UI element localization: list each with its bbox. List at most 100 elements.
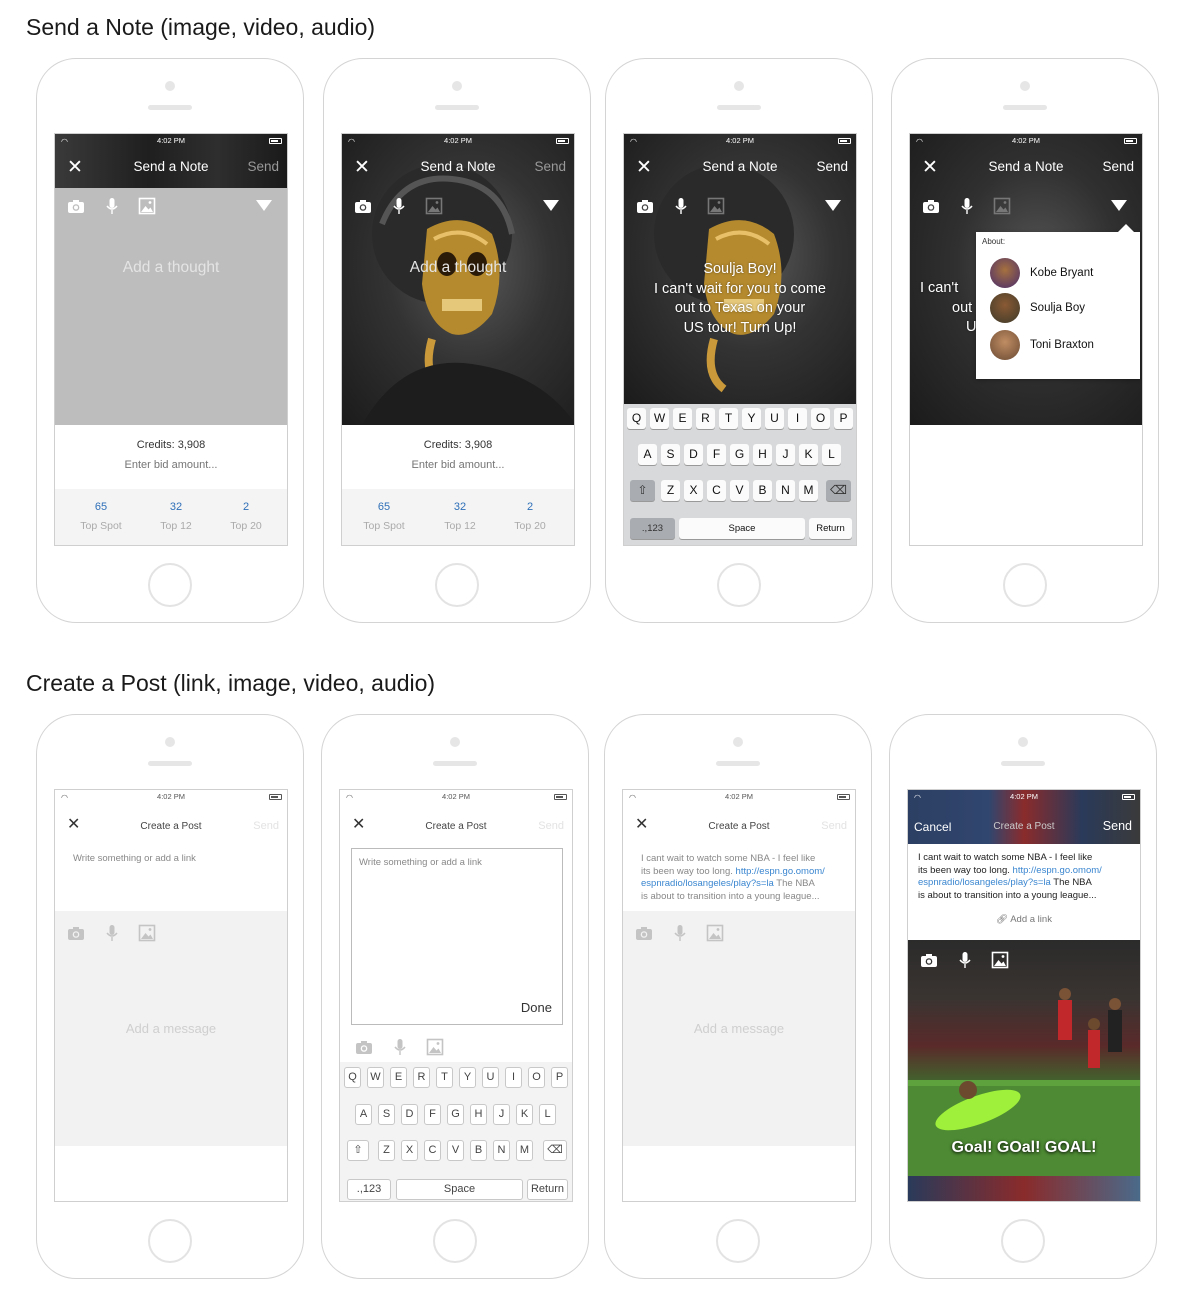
note-message[interactable]: Soulja Boy! I can't wait for you to come… [636, 260, 844, 338]
key-m[interactable]: M [516, 1140, 533, 1161]
key-h[interactable]: H [470, 1104, 487, 1125]
key-i[interactable]: I [505, 1067, 522, 1088]
key-o[interactable]: O [528, 1067, 545, 1088]
person-option[interactable]: Toni Braxton [990, 330, 1140, 362]
spot-top-12[interactable]: 32 Top 12 [430, 501, 490, 532]
send-button[interactable]: Send [816, 159, 848, 174]
backspace-icon[interactable]: ⌫ [826, 480, 851, 501]
camera-icon[interactable] [354, 1037, 374, 1057]
key-t[interactable]: T [436, 1067, 453, 1088]
camera-icon[interactable] [635, 196, 655, 216]
image-icon[interactable] [137, 923, 157, 943]
key-q[interactable]: Q [344, 1067, 361, 1088]
post-link[interactable]: http://espn.go.omom/ [736, 866, 825, 877]
send-button[interactable]: Send [247, 159, 279, 174]
thought-placeholder[interactable]: Add a thought [342, 259, 574, 277]
camera-icon[interactable] [921, 196, 941, 216]
spot-top-12[interactable]: 32 Top 12 [146, 501, 206, 532]
media-area[interactable]: Add a thought [342, 188, 574, 425]
key-c[interactable]: C [707, 480, 726, 501]
spot-top-20[interactable]: 2 Top 20 [500, 501, 560, 532]
key-l[interactable]: L [539, 1104, 556, 1125]
key-y[interactable]: Y [459, 1067, 476, 1088]
key-return[interactable]: Return [809, 518, 852, 539]
key-a[interactable]: A [355, 1104, 372, 1125]
key-z[interactable]: Z [661, 480, 680, 501]
key-x[interactable]: X [401, 1140, 418, 1161]
post-input[interactable]: Write something or add a link [73, 853, 196, 866]
shift-icon[interactable]: ⇧ [630, 480, 655, 501]
person-option[interactable]: Kobe Bryant [990, 258, 1140, 290]
person-option[interactable]: Soulja Boy [990, 293, 1140, 325]
camera-icon[interactable] [353, 196, 373, 216]
key-j[interactable]: J [493, 1104, 510, 1125]
key-h[interactable]: H [753, 444, 772, 465]
key-g[interactable]: G [447, 1104, 464, 1125]
send-button[interactable]: Send [534, 159, 566, 174]
key-k[interactable]: K [799, 444, 818, 465]
key-n[interactable]: N [493, 1140, 510, 1161]
thought-placeholder[interactable]: Add a thought [55, 259, 287, 277]
bid-amount-input[interactable] [101, 459, 241, 471]
image-icon[interactable] [137, 196, 157, 216]
image-icon[interactable] [424, 196, 444, 216]
key-x[interactable]: X [684, 480, 703, 501]
key-p[interactable]: P [834, 408, 853, 429]
done-button[interactable]: Done [521, 1000, 552, 1015]
key-v[interactable]: V [447, 1140, 464, 1161]
key-c[interactable]: C [424, 1140, 441, 1161]
key-w[interactable]: W [650, 408, 669, 429]
send-button[interactable]: Send [538, 820, 564, 832]
key-w[interactable]: W [367, 1067, 384, 1088]
post-text[interactable]: I cant wait to watch some NBA - I feel l… [918, 852, 1138, 902]
microphone-icon[interactable] [102, 196, 122, 216]
key-e[interactable]: E [390, 1067, 407, 1088]
key-u[interactable]: U [765, 408, 784, 429]
key-j[interactable]: J [776, 444, 795, 465]
spot-top-spot[interactable]: 65 Top Spot [354, 501, 414, 532]
key-r[interactable]: R [413, 1067, 430, 1088]
camera-icon[interactable] [66, 923, 86, 943]
key-m[interactable]: M [799, 480, 818, 501]
microphone-icon[interactable] [957, 196, 977, 216]
key-q[interactable]: Q [627, 408, 646, 429]
key-v[interactable]: V [730, 480, 749, 501]
send-button[interactable]: Send [1102, 159, 1134, 174]
camera-icon[interactable] [634, 923, 654, 943]
key-f[interactable]: F [424, 1104, 441, 1125]
key-o[interactable]: O [811, 408, 830, 429]
send-button[interactable]: Send [821, 820, 847, 832]
key-i[interactable]: I [788, 408, 807, 429]
bid-amount-input[interactable] [388, 459, 528, 471]
dropdown-arrow-icon[interactable] [825, 200, 841, 211]
microphone-icon[interactable] [671, 196, 691, 216]
key-u[interactable]: U [482, 1067, 499, 1088]
key-b[interactable]: B [753, 480, 772, 501]
image-icon[interactable] [705, 923, 725, 943]
dropdown-arrow-icon[interactable] [256, 200, 272, 211]
media-area[interactable]: Add a message [623, 911, 855, 1146]
image-icon[interactable] [990, 950, 1010, 970]
post-link[interactable]: http://espn.go.omom/ [1013, 865, 1102, 876]
add-link-button[interactable]: 🔗︎ Add a link [908, 914, 1140, 925]
microphone-icon[interactable] [390, 1037, 410, 1057]
dropdown-arrow-icon[interactable] [1111, 200, 1127, 211]
microphone-icon[interactable] [955, 950, 975, 970]
post-link[interactable]: espnradio/losangeles/play?s=la [918, 877, 1051, 888]
key-d[interactable]: D [684, 444, 703, 465]
microphone-icon[interactable] [389, 196, 409, 216]
key-f[interactable]: F [707, 444, 726, 465]
image-icon[interactable] [425, 1037, 445, 1057]
key-p[interactable]: P [551, 1067, 568, 1088]
microphone-icon[interactable] [670, 923, 690, 943]
message-placeholder[interactable]: Add a message [55, 1021, 287, 1036]
key-s[interactable]: S [378, 1104, 395, 1125]
shift-icon[interactable]: ⇧ [347, 1140, 369, 1161]
key-d[interactable]: D [401, 1104, 418, 1125]
key-e[interactable]: E [673, 408, 692, 429]
goal-caption[interactable]: Goal! GOal! GOAL! [908, 1139, 1140, 1157]
key-n[interactable]: N [776, 480, 795, 501]
send-button[interactable]: Send [1103, 819, 1132, 833]
post-link[interactable]: espnradio/losangeles/play?s=la [641, 878, 774, 889]
camera-icon[interactable] [66, 196, 86, 216]
